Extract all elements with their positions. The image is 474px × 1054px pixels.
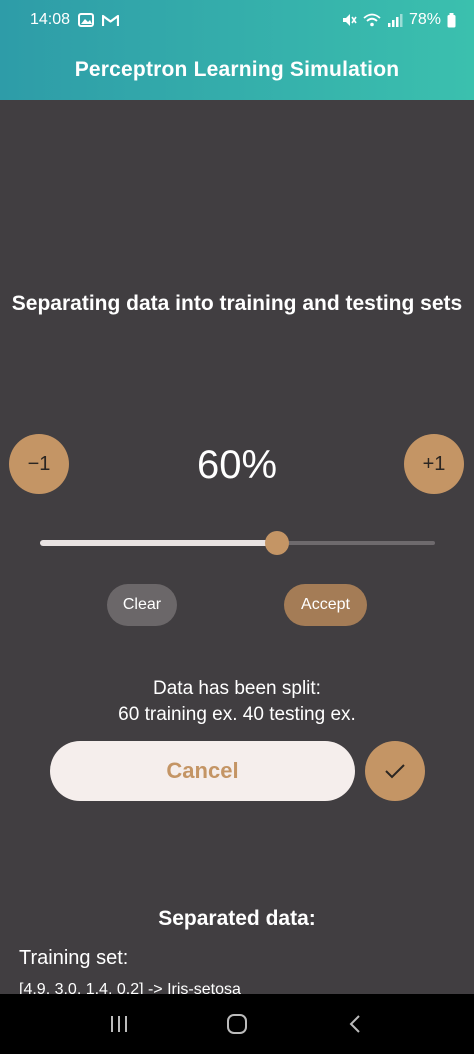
split-result-line1: Data has been split:	[153, 678, 321, 699]
recents-button[interactable]	[99, 1004, 139, 1044]
slider-fill	[40, 540, 277, 546]
training-set-label: Training set:	[19, 947, 129, 969]
battery-level: 78%	[408, 11, 441, 28]
app-title: Perceptron Learning Simulation	[74, 58, 400, 81]
status-bar: 14:08 78%	[0, 0, 474, 40]
gmail-icon	[102, 14, 120, 27]
clear-button[interactable]: Clear	[107, 584, 177, 626]
home-button[interactable]	[217, 1004, 257, 1044]
status-time: 14:08	[30, 11, 71, 28]
navigation-bar	[0, 994, 474, 1054]
split-slider[interactable]	[40, 530, 435, 556]
split-result: Data has been split: 60 training ex. 40 …	[40, 676, 434, 728]
back-button[interactable]	[335, 1004, 375, 1044]
screen: 14:08 78% Perceptron Learning Simulation…	[0, 0, 474, 1054]
decrement-button[interactable]: −1	[9, 434, 69, 494]
checkmark-icon	[384, 763, 406, 779]
increment-button[interactable]: +1	[404, 434, 464, 494]
split-heading: Separating data into training and testin…	[11, 292, 463, 315]
status-left: 14:08	[30, 11, 120, 29]
recents-icon	[109, 1015, 129, 1033]
wifi-icon	[363, 13, 381, 27]
mute-icon	[341, 12, 357, 28]
separated-data-title: Separated data:	[158, 907, 316, 930]
status-right: 78%	[341, 11, 456, 29]
accept-button[interactable]: Accept	[284, 584, 367, 626]
app-bar: Perceptron Learning Simulation	[0, 40, 474, 100]
battery-icon	[447, 12, 456, 28]
home-icon	[226, 1013, 248, 1035]
gallery-icon	[78, 13, 95, 27]
confirm-button[interactable]	[365, 741, 425, 801]
signal-icon	[387, 13, 403, 27]
cancel-button[interactable]: Cancel	[50, 741, 355, 801]
split-percent: 60%	[196, 443, 278, 487]
slider-thumb[interactable]	[265, 531, 289, 555]
back-icon	[349, 1014, 361, 1034]
split-result-line2: 60 training ex. 40 testing ex.	[118, 704, 356, 725]
